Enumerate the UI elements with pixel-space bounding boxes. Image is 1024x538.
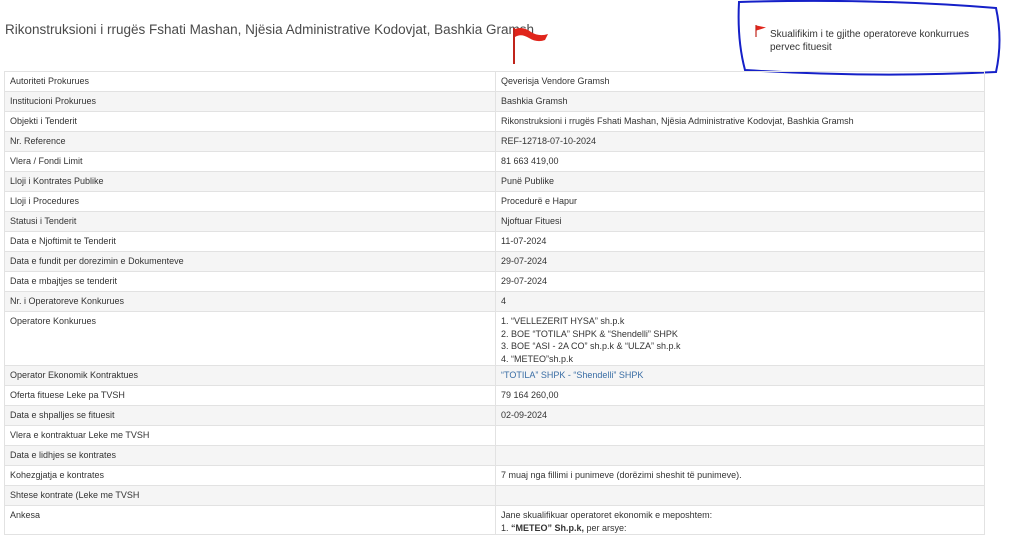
row-value bbox=[495, 485, 985, 506]
row-label: Nr. i Operatoreve Konkurues bbox=[4, 291, 496, 312]
table-row: Data e lidhjes se kontrates bbox=[4, 445, 985, 466]
contractor-link[interactable]: “TOTILA” SHPK - “Shendelli” SHPK bbox=[501, 370, 643, 380]
row-label: Nr. Reference bbox=[4, 131, 496, 152]
annotation-text: Skualifikim i te gjithe operatoreve konk… bbox=[770, 28, 990, 54]
row-value: 02-09-2024 bbox=[495, 405, 985, 426]
table-row: Operatore Konkurues 1. “VELLEZERIT HYSA”… bbox=[4, 311, 985, 366]
row-value: Procedurë e Hapur bbox=[495, 191, 985, 212]
row-value: 79 164 260,00 bbox=[495, 385, 985, 406]
table-row: Data e Njoftimit te Tenderit 11-07-2024 bbox=[4, 231, 985, 252]
row-label: Operator Ekonomik Kontraktues bbox=[4, 365, 496, 386]
row-label: Operatore Konkurues bbox=[4, 311, 496, 366]
row-label: Vlera e kontraktuar Leke me TVSH bbox=[4, 425, 496, 446]
operators-list: 1. “VELLEZERIT HYSA” sh.p.k 2. BOE “TOTI… bbox=[495, 311, 985, 366]
row-label: Lloji i Kontrates Publike bbox=[4, 171, 496, 192]
ankesa-value: Jane skualifikuar operatoret ekonomik e … bbox=[495, 505, 985, 535]
row-value: “TOTILA” SHPK - “Shendelli” SHPK bbox=[495, 365, 985, 386]
row-label: Data e mbajtjes se tenderit bbox=[4, 271, 496, 292]
table-row: Statusi i Tenderit Njoftuar Fituesi bbox=[4, 211, 985, 232]
table-row: Lloji i Kontrates Publike Punë Publike bbox=[4, 171, 985, 192]
page-title: Rikonstruksioni i rrugës Fshati Mashan, … bbox=[5, 22, 534, 37]
row-label: Ankesa bbox=[4, 505, 496, 535]
annotation-line-1: Skualifikim i te gjithe operatoreve konk… bbox=[770, 29, 969, 40]
table-row: Data e mbajtjes se tenderit 29-07-2024 bbox=[4, 271, 985, 292]
row-value: Rikonstruksioni i rrugës Fshati Mashan, … bbox=[495, 111, 985, 132]
row-value bbox=[495, 445, 985, 466]
operator-item: 1. “VELLEZERIT HYSA” sh.p.k bbox=[501, 316, 625, 326]
table-row: Vlera / Fondi Limit 81 663 419,00 bbox=[4, 151, 985, 172]
table-row: Vlera e kontraktuar Leke me TVSH bbox=[4, 425, 985, 446]
row-label: Objekti i Tenderit bbox=[4, 111, 496, 132]
row-value: 29-07-2024 bbox=[495, 251, 985, 272]
row-label: Data e shpalljes se fituesit bbox=[4, 405, 496, 426]
row-value: 29-07-2024 bbox=[495, 271, 985, 292]
table-row: Nr. Reference REF-12718-07-10-2024 bbox=[4, 131, 985, 152]
row-value: Qeverisja Vendore Gramsh bbox=[495, 71, 985, 92]
row-value: 4 bbox=[495, 291, 985, 312]
row-value: Punë Publike bbox=[495, 171, 985, 192]
table-row: Institucioni Prokurues Bashkia Gramsh bbox=[4, 91, 985, 112]
table-row: Autoriteti Prokurues Qeverisja Vendore G… bbox=[4, 71, 985, 92]
row-label: Lloji i Procedures bbox=[4, 191, 496, 212]
row-label: Autoriteti Prokurues bbox=[4, 71, 496, 92]
table-row: Objekti i Tenderit Rikonstruksioni i rru… bbox=[4, 111, 985, 132]
row-label: Vlera / Fondi Limit bbox=[4, 151, 496, 172]
operator-item: 2. BOE “TOTILA” SHPK & “Shendelli” SHPK bbox=[501, 328, 678, 339]
table-row: Kohezgjatja e kontrates 7 muaj nga filli… bbox=[4, 465, 985, 486]
table-row: Shtese kontrate (Leke me TVSH bbox=[4, 485, 985, 506]
operator-item: 3. BOE “ASI - 2A CO” sh.p.k & “ULZA” sh.… bbox=[501, 341, 681, 351]
small-flag-icon bbox=[755, 25, 766, 37]
row-value: REF-12718-07-10-2024 bbox=[495, 131, 985, 152]
table-row: Data e shpalljes se fituesit 02-09-2024 bbox=[4, 405, 985, 426]
ankesa-line: 1. “METEO” Sh.p.k, per arsye: bbox=[501, 522, 979, 535]
row-label: Data e fundit per dorezimin e Dokumentev… bbox=[4, 251, 496, 272]
annotation-line-2: pervec fituesit bbox=[770, 42, 832, 53]
row-label: Shtese kontrate (Leke me TVSH bbox=[4, 485, 496, 506]
table-row: Data e fundit per dorezimin e Dokumentev… bbox=[4, 251, 985, 272]
row-value bbox=[495, 425, 985, 446]
row-value: Njoftuar Fituesi bbox=[495, 211, 985, 232]
row-label: Statusi i Tenderit bbox=[4, 211, 496, 232]
row-value: 7 muaj nga fillimi i punimeve (dorëzimi … bbox=[495, 465, 985, 486]
tender-details-table: Autoriteti Prokurues Qeverisja Vendore G… bbox=[4, 71, 985, 535]
operator-item: 4. “METEO”sh.p.k bbox=[501, 353, 574, 364]
row-label: Data e lidhjes se kontrates bbox=[4, 445, 496, 466]
row-value: 81 663 419,00 bbox=[495, 151, 985, 172]
row-label: Institucioni Prokurues bbox=[4, 91, 496, 112]
row-label: Data e Njoftimit te Tenderit bbox=[4, 231, 496, 252]
annotation-note: Skualifikim i te gjithe operatoreve konk… bbox=[737, 0, 1001, 76]
table-row: Oferta fituese Leke pa TVSH 79 164 260,0… bbox=[4, 385, 985, 406]
table-row: Lloji i Procedures Procedurë e Hapur bbox=[4, 191, 985, 212]
table-row: Operator Ekonomik Kontraktues “TOTILA” S… bbox=[4, 365, 985, 386]
row-value: Bashkia Gramsh bbox=[495, 91, 985, 112]
row-label: Kohezgjatja e kontrates bbox=[4, 465, 496, 486]
flag-icon bbox=[513, 28, 548, 64]
row-label: Oferta fituese Leke pa TVSH bbox=[4, 385, 496, 406]
table-row: Nr. i Operatoreve Konkurues 4 bbox=[4, 291, 985, 312]
ankesa-line: Jane skualifikuar operatoret ekonomik e … bbox=[501, 510, 713, 520]
row-value: 11-07-2024 bbox=[495, 231, 985, 252]
ankesa-operator: “METEO” Sh.p.k, bbox=[511, 522, 585, 533]
ankesa-prefix: 1. bbox=[501, 522, 512, 533]
ankesa-reason: per arsye: bbox=[584, 522, 627, 533]
table-row: Ankesa Jane skualifikuar operatoret ekon… bbox=[4, 505, 985, 535]
